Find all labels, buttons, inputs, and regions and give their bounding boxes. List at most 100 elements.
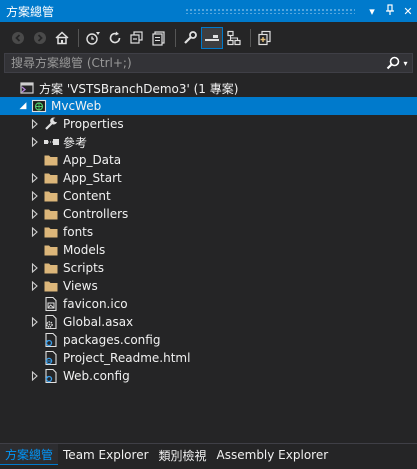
tree-row[interactable]: fonts bbox=[0, 223, 417, 241]
tree-row-project[interactable]: ◢ MvcWeb bbox=[0, 97, 417, 115]
bottom-edge bbox=[0, 465, 417, 469]
tree-row[interactable]: Properties bbox=[0, 115, 417, 133]
tree-row[interactable]: Project_Readme.html bbox=[0, 349, 417, 367]
tab-2[interactable]: 類別檢視 bbox=[154, 444, 212, 466]
solution-tree: 方案 'VSTSBranchDemo3' (1 專案) ◢ MvcWeb Pro… bbox=[0, 79, 417, 385]
tree-item-label: Content bbox=[63, 189, 111, 203]
collapsed-arrow-icon[interactable] bbox=[28, 115, 42, 133]
tree-item-label: Models bbox=[63, 243, 106, 257]
tree-item-label: Controllers bbox=[63, 207, 129, 221]
tree-row[interactable]: App_Data bbox=[0, 151, 417, 169]
tree-row-solution[interactable]: 方案 'VSTSBranchDemo3' (1 專案) bbox=[0, 79, 417, 97]
config-file-icon bbox=[42, 331, 60, 349]
tree-row[interactable]: 參考 bbox=[0, 133, 417, 151]
toolbar bbox=[0, 24, 417, 52]
html-file-icon bbox=[42, 349, 60, 367]
forward-icon[interactable] bbox=[30, 28, 50, 48]
show-all-files-icon[interactable] bbox=[149, 28, 169, 48]
collapsed-arrow-icon[interactable] bbox=[28, 223, 42, 241]
folder-icon bbox=[42, 187, 60, 205]
tree-row[interactable]: packages.config bbox=[0, 331, 417, 349]
tree-row[interactable]: Controllers bbox=[0, 205, 417, 223]
tree-item-label: 參考 bbox=[63, 135, 88, 150]
tree-item-label: fonts bbox=[63, 225, 94, 239]
close-icon[interactable]: ✕ bbox=[399, 5, 417, 18]
references-icon bbox=[42, 133, 60, 151]
folder-icon bbox=[42, 151, 60, 169]
title-grip bbox=[184, 8, 355, 14]
tree-row[interactable]: App_Start bbox=[0, 169, 417, 187]
tree-item-label: Views bbox=[63, 279, 98, 293]
solution-icon bbox=[18, 79, 36, 97]
back-icon[interactable] bbox=[8, 28, 28, 48]
tree-row[interactable]: favicon.ico bbox=[0, 295, 417, 313]
tree-row[interactable]: Global.asax bbox=[0, 313, 417, 331]
pin-icon[interactable] bbox=[381, 3, 399, 19]
tree-item-label: Project_Readme.html bbox=[63, 351, 191, 365]
gear-file-icon bbox=[42, 313, 60, 331]
collapse-all-icon[interactable] bbox=[127, 28, 147, 48]
tab-3[interactable]: Assembly Explorer bbox=[212, 444, 334, 466]
tree-item-label: Global.asax bbox=[63, 315, 134, 329]
properties-icon[interactable] bbox=[180, 28, 200, 48]
toolbar-separator bbox=[78, 29, 79, 47]
toolbar-separator bbox=[175, 29, 176, 47]
tree-row[interactable]: Web.config bbox=[0, 367, 417, 385]
tree-item-label: packages.config bbox=[63, 333, 161, 347]
new-solution-view-icon[interactable] bbox=[255, 28, 275, 48]
image-file-icon bbox=[42, 295, 60, 313]
tree-item-label: favicon.ico bbox=[63, 297, 128, 311]
dropdown-icon[interactable]: ▾ bbox=[363, 5, 381, 18]
tree-row[interactable]: Models bbox=[0, 241, 417, 259]
title-bar: 方案總管 ▾ ✕ bbox=[0, 0, 417, 22]
collapsed-arrow-icon[interactable] bbox=[28, 187, 42, 205]
project-label: MvcWeb bbox=[51, 99, 102, 113]
tab-1[interactable]: Team Explorer bbox=[58, 444, 154, 466]
tree-item-label: Scripts bbox=[63, 261, 105, 275]
sync-icon[interactable] bbox=[105, 28, 125, 48]
web-project-icon bbox=[30, 97, 48, 115]
search-box: ▾ bbox=[4, 53, 413, 73]
tree-item-label: App_Data bbox=[63, 153, 122, 167]
folder-icon bbox=[42, 223, 60, 241]
collapsed-arrow-icon[interactable] bbox=[28, 169, 42, 187]
collapsed-arrow-icon[interactable] bbox=[28, 277, 42, 295]
collapsed-arrow-icon[interactable] bbox=[28, 313, 42, 331]
search-icon[interactable]: ▾ bbox=[382, 54, 412, 72]
tab-0[interactable]: 方案總管 bbox=[0, 444, 59, 466]
tree-item-label: App_Start bbox=[63, 171, 122, 185]
collapsed-arrow-icon[interactable] bbox=[28, 259, 42, 277]
chevron-down-icon: ▾ bbox=[403, 58, 408, 68]
tree-item-label: Properties bbox=[63, 117, 124, 131]
window-title: 方案總管 bbox=[6, 4, 55, 19]
folder-icon bbox=[42, 205, 60, 223]
preview-selected-icon[interactable] bbox=[201, 27, 223, 49]
pending-changes-filter-icon[interactable] bbox=[83, 28, 103, 48]
home-icon[interactable] bbox=[52, 28, 72, 48]
solution-label: 方案 'VSTSBranchDemo3' (1 專案) bbox=[39, 81, 239, 96]
config-file-icon bbox=[42, 367, 60, 385]
tree-row[interactable]: Content bbox=[0, 187, 417, 205]
bottom-tabs: 方案總管 Team Explorer 類別檢視 Assembly Explorer bbox=[0, 443, 417, 466]
search-input[interactable] bbox=[5, 55, 382, 71]
collapsed-arrow-icon[interactable] bbox=[28, 133, 42, 151]
collapsed-arrow-icon[interactable] bbox=[28, 205, 42, 223]
folder-icon bbox=[42, 259, 60, 277]
toolbar-separator bbox=[250, 29, 251, 47]
folder-icon bbox=[42, 277, 60, 295]
collapsed-arrow-icon[interactable] bbox=[28, 367, 42, 385]
folder-icon bbox=[42, 241, 60, 259]
folder-icon bbox=[42, 169, 60, 187]
tree-item-label: Web.config bbox=[63, 369, 130, 383]
view-class-diagram-icon[interactable] bbox=[224, 28, 244, 48]
tree-row[interactable]: Scripts bbox=[0, 259, 417, 277]
expanded-arrow-icon[interactable]: ◢ bbox=[16, 97, 30, 115]
tree-row[interactable]: Views bbox=[0, 277, 417, 295]
wrench-icon bbox=[42, 115, 60, 133]
